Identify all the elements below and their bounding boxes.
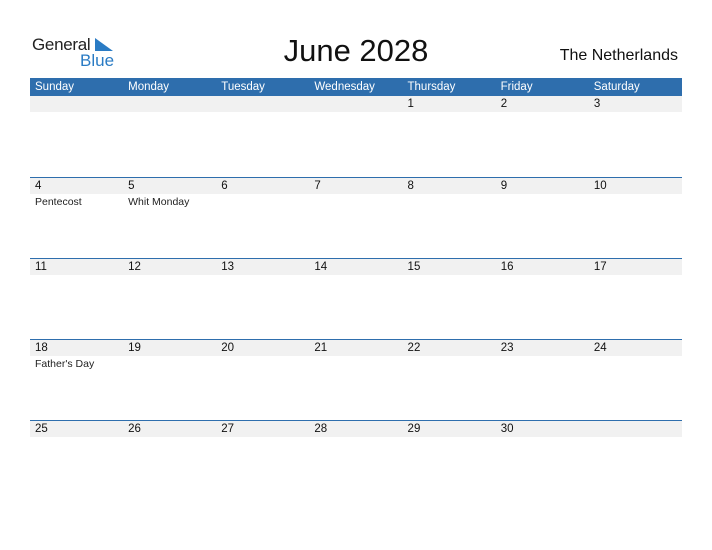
day-number: 6 bbox=[221, 180, 228, 192]
day-number: 20 bbox=[221, 342, 235, 354]
weekday-thursday: Thursday bbox=[407, 81, 456, 93]
day-number: 5 bbox=[128, 180, 135, 192]
day-number: 10 bbox=[593, 180, 607, 192]
calendar-page: General Blue June 2028 The Netherlands S… bbox=[0, 0, 712, 550]
day-number: 29 bbox=[407, 423, 421, 435]
day-number: 2 bbox=[500, 98, 508, 110]
holiday-label: Father's Day bbox=[35, 358, 95, 370]
holiday-label: Pentecost bbox=[35, 196, 82, 208]
day-cell: 15 bbox=[403, 259, 496, 340]
day-cell: 27 bbox=[216, 421, 309, 502]
week-row: 11 12 13 14 15 16 17 bbox=[30, 258, 682, 340]
day-number: 19 bbox=[128, 342, 141, 354]
day-cell: 3 bbox=[589, 96, 682, 177]
day-number: 28 bbox=[314, 423, 328, 435]
day-number: 16 bbox=[500, 261, 514, 273]
day-number: 22 bbox=[407, 342, 421, 354]
day-cell: 24 bbox=[589, 340, 682, 421]
day-cell: 22 bbox=[403, 340, 496, 421]
day-cell: 10 bbox=[589, 178, 682, 259]
country-label: The Netherlands bbox=[559, 47, 678, 64]
day-number: 3 bbox=[593, 98, 601, 110]
day-cell: 18 Father's Day bbox=[30, 340, 123, 421]
week-row: 1 2 3 bbox=[30, 96, 682, 177]
day-cell: 16 bbox=[496, 259, 589, 340]
day-number: 12 bbox=[128, 261, 141, 273]
day-cell: 6 bbox=[216, 178, 309, 259]
day-number: 24 bbox=[593, 342, 607, 354]
day-cell: 14 bbox=[309, 259, 402, 340]
week-row: 18 Father's Day 19 20 21 22 23 24 bbox=[30, 339, 682, 421]
weekday-header: Sunday Monday Tuesday Wednesday Thursday Frid… bbox=[30, 78, 682, 96]
weekday-sunday: Sunday bbox=[35, 81, 75, 93]
day-number: 9 bbox=[500, 180, 508, 192]
week-row: 4 Pentecost 5 Whit Monday 6 7 8 9 10 bbox=[30, 177, 682, 259]
day-cell: 4 Pentecost bbox=[30, 178, 123, 259]
day-cell: 20 bbox=[216, 340, 309, 421]
day-number: 30 bbox=[500, 423, 514, 435]
day-number: 14 bbox=[314, 261, 328, 273]
day-number: 27 bbox=[221, 423, 235, 435]
weekday-monday: Monday bbox=[128, 81, 170, 93]
day-number: 15 bbox=[407, 261, 421, 273]
day-number: 11 bbox=[35, 261, 47, 273]
day-cell: 28 bbox=[309, 421, 402, 502]
day-number: 21 bbox=[314, 342, 328, 354]
day-number: 25 bbox=[35, 423, 48, 435]
day-cell: 5 Whit Monday bbox=[123, 178, 216, 259]
day-cell bbox=[589, 421, 682, 502]
day-number: 13 bbox=[221, 261, 235, 273]
day-number: 1 bbox=[407, 98, 414, 110]
day-cell: 19 bbox=[123, 340, 216, 421]
day-number: 7 bbox=[314, 180, 321, 192]
day-cell: 11 bbox=[30, 259, 123, 340]
day-cell bbox=[30, 96, 123, 177]
day-number: 17 bbox=[593, 261, 607, 273]
weekday-wednesday: Wednesday bbox=[314, 81, 375, 93]
day-cell bbox=[309, 96, 402, 177]
day-number: 18 bbox=[35, 342, 48, 354]
day-number: 23 bbox=[500, 342, 514, 354]
day-cell: 29 bbox=[403, 421, 496, 502]
day-cell: 26 bbox=[123, 421, 216, 502]
day-cell: 13 bbox=[216, 259, 309, 340]
day-number: 26 bbox=[128, 423, 141, 435]
weekday-friday: Friday bbox=[500, 81, 533, 93]
day-cell bbox=[123, 96, 216, 177]
day-cell: 8 bbox=[403, 178, 496, 259]
week-row: 25 26 27 28 29 30 bbox=[30, 420, 682, 502]
day-number: 8 bbox=[407, 180, 414, 192]
day-cell: 2 bbox=[496, 96, 589, 177]
weekday-saturday: Saturday bbox=[593, 81, 640, 93]
day-cell: 30 bbox=[496, 421, 589, 502]
day-cell: 21 bbox=[309, 340, 402, 421]
day-cell: 17 bbox=[589, 259, 682, 340]
holiday-label: Whit Monday bbox=[128, 196, 190, 208]
day-cell: 12 bbox=[123, 259, 216, 340]
day-cell: 23 bbox=[496, 340, 589, 421]
day-cell: 1 bbox=[403, 96, 496, 177]
day-cell: 7 bbox=[309, 178, 402, 259]
weekday-tuesday: Tuesday bbox=[221, 81, 265, 93]
day-cell bbox=[216, 96, 309, 177]
day-number: 4 bbox=[35, 180, 42, 192]
day-cell: 25 bbox=[30, 421, 123, 502]
day-cell: 9 bbox=[496, 178, 589, 259]
